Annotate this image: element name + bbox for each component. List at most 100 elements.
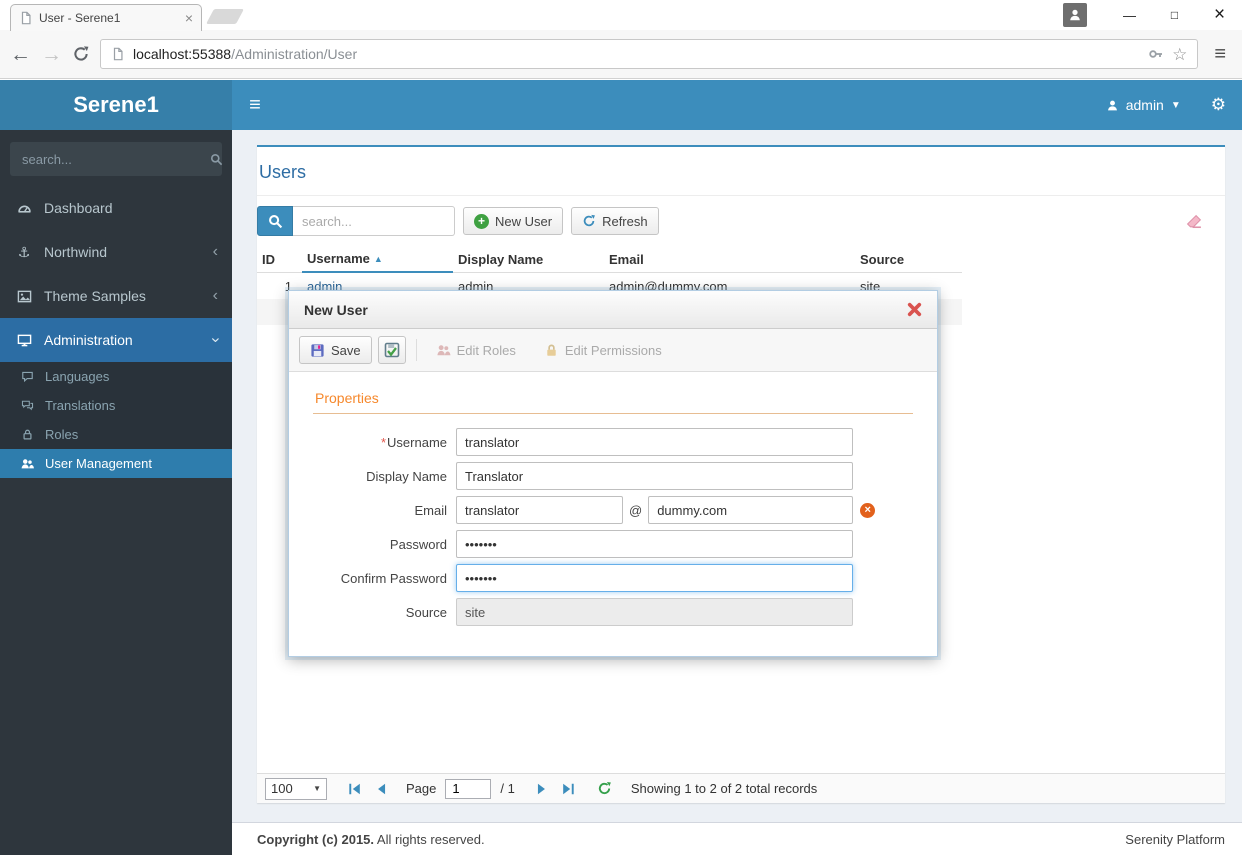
brand-logo[interactable]: Serene1	[0, 80, 232, 130]
plus-circle-icon: +	[474, 213, 489, 229]
confirm-password-field[interactable]	[456, 564, 853, 592]
last-page-button[interactable]	[557, 778, 579, 800]
pagination-bar: 100 ▼ Page / 1	[257, 773, 1225, 803]
save-button[interactable]: Save	[299, 336, 372, 364]
comment-icon	[18, 370, 36, 383]
confirm-password-label: Confirm Password	[340, 570, 447, 586]
save-check-icon	[384, 342, 400, 358]
display-name-label: Display Name	[366, 468, 447, 484]
dashboard-icon	[14, 201, 34, 216]
dialog-close-icon[interactable]	[907, 302, 922, 317]
back-icon[interactable]: ←	[10, 44, 31, 65]
profile-button[interactable]	[1063, 3, 1087, 27]
sidebar-item-label: Administration	[44, 332, 133, 348]
sidebar-item-dashboard[interactable]: Dashboard	[0, 186, 232, 230]
page-size-select[interactable]: 100 ▼	[265, 777, 327, 800]
sidebar-item-translations[interactable]: Translations	[0, 391, 232, 420]
first-page-button[interactable]	[344, 778, 366, 800]
grid-search-input[interactable]	[293, 206, 455, 236]
user-menu[interactable]: admin ▼	[1092, 80, 1195, 130]
sidebar-item-label: User Management	[45, 456, 152, 471]
form-row-source: Source	[313, 598, 913, 626]
new-user-button[interactable]: + New User	[463, 207, 564, 235]
sidebar-item-theme-samples[interactable]: Theme Samples ‹	[0, 274, 232, 318]
sidebar-item-user-management[interactable]: User Management	[0, 449, 232, 478]
sidebar-toggle-icon[interactable]: ≡	[232, 80, 278, 130]
email-at-separator: @	[629, 502, 643, 518]
sidebar-item-roles[interactable]: Roles	[0, 420, 232, 449]
grid-toolbar: + New User Refresh	[257, 206, 1225, 236]
search-icon	[268, 214, 283, 229]
grid-header: ID Username ▲ Display Name Email Source	[257, 246, 962, 273]
sidebar: Dashboard ⚓ Northwind ‹ Theme Samples ‹	[0, 130, 232, 855]
window-maximize-button[interactable]: □	[1152, 0, 1197, 30]
sidebar-item-northwind[interactable]: ⚓ Northwind ‹	[0, 230, 232, 274]
column-header-source[interactable]: Source	[855, 246, 962, 273]
username-field[interactable]	[456, 428, 853, 456]
window-minimize-button[interactable]: —	[1107, 0, 1152, 30]
url-text: localhost:55388/Administration/User	[133, 46, 358, 62]
new-user-dialog: New User Save Edit Roles Edit Permission…	[288, 290, 938, 657]
platform-label: Serenity Platform	[1125, 831, 1225, 847]
caret-down-icon: ▼	[1170, 99, 1181, 111]
save-and-close-button[interactable]	[377, 336, 406, 364]
column-header-display-name[interactable]: Display Name	[453, 246, 604, 273]
browser-tab[interactable]: User - Serene1 ×	[10, 4, 202, 31]
total-pages-label: / 1	[500, 781, 515, 796]
page-title: Users	[257, 147, 1225, 196]
eraser-icon[interactable]	[1186, 213, 1203, 230]
new-tab-button[interactable]	[206, 9, 244, 24]
top-navbar: Serene1 ≡ admin ▼ ⚙	[0, 80, 1242, 130]
lock-icon	[18, 428, 36, 441]
display-name-field[interactable]	[456, 462, 853, 490]
sidebar-item-administration[interactable]: Administration ‹	[0, 318, 232, 362]
dialog-body: Properties *Username Display Name Email …	[289, 372, 937, 656]
page-icon	[111, 47, 125, 61]
reload-icon[interactable]	[72, 45, 90, 63]
form-row-display-name: Display Name	[313, 462, 913, 490]
grid-search-button[interactable]	[257, 206, 293, 236]
column-header-id[interactable]: ID	[257, 246, 302, 273]
refresh-button[interactable]: Refresh	[571, 207, 659, 235]
pager-refresh-icon[interactable]	[594, 778, 616, 800]
address-bar[interactable]: localhost:55388/Administration/User ☆	[100, 39, 1199, 69]
settings-gears-icon[interactable]: ⚙	[1195, 80, 1242, 130]
refresh-icon	[582, 214, 596, 228]
dialog-title: New User	[304, 301, 368, 318]
key-icon[interactable]	[1148, 46, 1164, 62]
sidebar-item-label: Northwind	[44, 244, 108, 260]
copyright-text: Copyright (c) 2015. All rights reserved.	[257, 831, 485, 847]
window-close-button[interactable]: ×	[1197, 0, 1242, 30]
sidebar-search-input[interactable]	[10, 142, 210, 176]
required-mark: *	[380, 434, 387, 450]
email-domain-field[interactable]	[648, 496, 854, 524]
forward-icon: →	[41, 42, 62, 66]
previous-page-button[interactable]	[371, 778, 393, 800]
dialog-toolbar: Save Edit Roles Edit Permissions	[289, 329, 937, 372]
sidebar-search-button[interactable]	[210, 142, 222, 176]
page-label: Page	[406, 781, 437, 796]
pager-status: Showing 1 to 2 of 2 total records	[630, 781, 818, 796]
comments-icon	[18, 399, 36, 412]
desktop-icon	[14, 333, 34, 348]
password-field[interactable]	[456, 530, 853, 558]
email-error-icon[interactable]: ×	[860, 502, 876, 518]
next-page-button[interactable]	[530, 778, 552, 800]
permissions-lock-icon	[544, 343, 559, 358]
browser-toolbar: ← → localhost:55388/Administration/User …	[0, 30, 1242, 79]
browser-menu-icon[interactable]: ≡	[1208, 44, 1232, 64]
users-icon	[18, 457, 36, 471]
column-header-username[interactable]: Username ▲	[302, 246, 453, 273]
sidebar-item-label: Dashboard	[44, 200, 113, 216]
bookmark-star-icon[interactable]: ☆	[1172, 46, 1187, 63]
footer: Copyright (c) 2015. All rights reserved.…	[232, 822, 1242, 855]
person-icon	[1068, 8, 1082, 22]
source-field[interactable]	[456, 598, 853, 626]
save-disk-icon	[310, 343, 325, 358]
page-number-input[interactable]	[445, 778, 492, 799]
dialog-header[interactable]: New User	[289, 291, 937, 329]
tab-close-icon[interactable]: ×	[185, 11, 193, 25]
column-header-email[interactable]: Email	[604, 246, 855, 273]
sidebar-item-languages[interactable]: Languages	[0, 362, 232, 391]
email-user-field[interactable]	[456, 496, 623, 524]
